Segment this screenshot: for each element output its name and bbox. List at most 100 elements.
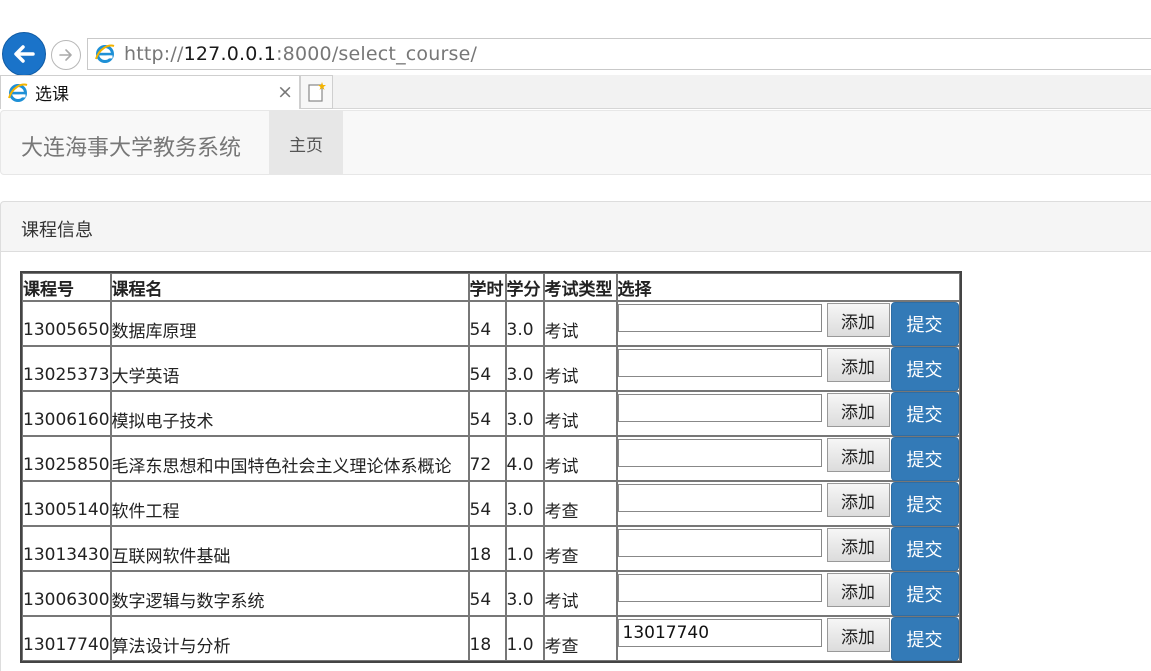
select-cell: 添加 提交 bbox=[616, 481, 960, 526]
table-row: 13005140 软件工程 54 3.0 考查 添加 提交 bbox=[22, 481, 960, 526]
submit-button[interactable]: 提交 bbox=[890, 437, 959, 481]
submit-button[interactable]: 提交 bbox=[890, 482, 959, 526]
credit: 3.0 bbox=[506, 589, 534, 610]
hours: 54 bbox=[469, 409, 492, 430]
credit-cell: 4.0 bbox=[505, 436, 544, 481]
exam-type: 考查 bbox=[544, 502, 579, 522]
course-name-cell: 模拟电子技术 bbox=[110, 391, 469, 436]
course-select-input[interactable] bbox=[617, 304, 822, 332]
course-id-cell: 13005650 bbox=[22, 301, 111, 346]
panel-heading: 课程信息 bbox=[0, 201, 1151, 252]
add-button[interactable]: 添加 bbox=[826, 573, 890, 607]
select-cell: 添加 提交 bbox=[616, 616, 960, 661]
credit-cell: 1.0 bbox=[505, 616, 544, 661]
navbar-brand[interactable]: 大连海事大学教务系统 bbox=[21, 130, 241, 162]
header-hours: 学时 bbox=[468, 273, 506, 301]
ie-icon bbox=[95, 44, 115, 63]
url-field[interactable]: http://127.0.0.1:8000/select_course/ bbox=[87, 38, 1151, 70]
header-exam-type: 考试类型 bbox=[543, 273, 617, 301]
table-row: 13025850 毛泽东思想和中国特色社会主义理论体系概论 72 4.0 考试 … bbox=[22, 436, 960, 481]
forward-button[interactable] bbox=[51, 40, 81, 70]
course-name-cell: 算法设计与分析 bbox=[110, 616, 469, 661]
credit: 3.0 bbox=[506, 364, 534, 385]
course-name: 软件工程 bbox=[111, 502, 180, 522]
exam-type-cell: 考试 bbox=[543, 391, 617, 436]
navbar: 大连海事大学教务系统 主页 bbox=[0, 110, 1151, 175]
course-select-input[interactable] bbox=[617, 439, 822, 467]
credit-cell: 3.0 bbox=[505, 301, 544, 346]
course-name-cell: 毛泽东思想和中国特色社会主义理论体系概论 bbox=[110, 436, 469, 481]
course-id-cell: 13017740 bbox=[22, 616, 111, 661]
course-id: 13017740 bbox=[23, 634, 110, 655]
credit: 1.0 bbox=[506, 544, 534, 565]
exam-type: 考试 bbox=[544, 367, 579, 387]
exam-type: 考查 bbox=[544, 637, 579, 657]
tab-strip: 选课 × bbox=[0, 75, 1151, 109]
exam-type-cell: 考查 bbox=[543, 526, 617, 571]
credit: 3.0 bbox=[506, 409, 534, 430]
exam-type-cell: 考试 bbox=[543, 571, 617, 616]
course-name-cell: 数字逻辑与数字系统 bbox=[110, 571, 469, 616]
course-id-cell: 13006160 bbox=[22, 391, 111, 436]
forward-arrow-icon bbox=[59, 49, 72, 61]
course-select-input[interactable] bbox=[617, 619, 822, 647]
submit-button[interactable]: 提交 bbox=[890, 302, 959, 346]
exam-type: 考试 bbox=[544, 322, 579, 342]
course-name-cell: 软件工程 bbox=[110, 481, 469, 526]
header-course-id: 课程号 bbox=[22, 273, 111, 301]
credit: 3.0 bbox=[506, 499, 534, 520]
course-select-input[interactable] bbox=[617, 484, 822, 512]
table-row: 13013430 互联网软件基础 18 1.0 考查 添加 提交 bbox=[22, 526, 960, 571]
panel-border bbox=[0, 251, 1, 671]
course-name-cell: 数据库原理 bbox=[110, 301, 469, 346]
course-name-cell: 互联网软件基础 bbox=[110, 526, 469, 571]
ie-tab-icon bbox=[8, 83, 28, 102]
header-credit: 学分 bbox=[505, 273, 544, 301]
submit-button[interactable]: 提交 bbox=[890, 347, 959, 391]
course-select-input[interactable] bbox=[617, 349, 822, 377]
submit-button[interactable]: 提交 bbox=[890, 392, 959, 436]
table-row: 13005650 数据库原理 54 3.0 考试 添加 提交 bbox=[22, 301, 960, 346]
add-button[interactable]: 添加 bbox=[826, 528, 890, 562]
table-row: 13025373 大学英语 54 3.0 考试 添加 提交 bbox=[22, 346, 960, 391]
submit-button[interactable]: 提交 bbox=[890, 527, 959, 571]
select-cell: 添加 提交 bbox=[616, 436, 960, 481]
course-select-input[interactable] bbox=[617, 529, 822, 557]
new-tab-button[interactable] bbox=[300, 75, 333, 109]
course-select-input[interactable] bbox=[617, 394, 822, 422]
header-course-name: 课程名 bbox=[110, 273, 469, 301]
back-button[interactable] bbox=[2, 32, 46, 76]
hours: 54 bbox=[469, 319, 492, 340]
browser-tab[interactable]: 选课 × bbox=[0, 75, 300, 109]
course-name-cell: 大学英语 bbox=[110, 346, 469, 391]
url-prefix: http:// bbox=[124, 43, 184, 65]
tab-close-icon[interactable]: × bbox=[277, 81, 293, 103]
exam-type-cell: 考查 bbox=[543, 616, 617, 661]
course-id-cell: 13025850 bbox=[22, 436, 111, 481]
exam-type-cell: 考试 bbox=[543, 346, 617, 391]
exam-type-cell: 考试 bbox=[543, 301, 617, 346]
course-select-input[interactable] bbox=[617, 574, 822, 602]
course-table-wrapper: 课程号 课程名 学时 学分 考试类型 选择 13005650 数据库原理 54 … bbox=[20, 271, 962, 663]
add-button[interactable]: 添加 bbox=[826, 348, 890, 382]
nav-home-link[interactable]: 主页 bbox=[269, 111, 343, 175]
table-header-row: 课程号 课程名 学时 学分 考试类型 选择 bbox=[22, 273, 960, 301]
add-button[interactable]: 添加 bbox=[826, 618, 890, 652]
course-id-cell: 13025373 bbox=[22, 346, 111, 391]
add-button[interactable]: 添加 bbox=[826, 483, 890, 517]
hours-cell: 72 bbox=[468, 436, 506, 481]
add-button[interactable]: 添加 bbox=[826, 438, 890, 472]
add-button[interactable]: 添加 bbox=[826, 393, 890, 427]
header-select: 选择 bbox=[616, 273, 960, 301]
course-id-cell: 13006300 bbox=[22, 571, 111, 616]
submit-button[interactable]: 提交 bbox=[890, 617, 959, 661]
back-arrow-icon bbox=[14, 45, 35, 63]
add-button[interactable]: 添加 bbox=[826, 303, 890, 337]
select-cell: 添加 提交 bbox=[616, 301, 960, 346]
submit-button[interactable]: 提交 bbox=[890, 572, 959, 616]
hours: 54 bbox=[469, 499, 492, 520]
credit: 3.0 bbox=[506, 319, 534, 340]
course-id: 13005650 bbox=[23, 319, 110, 340]
exam-type: 考试 bbox=[544, 592, 579, 612]
table-row: 13006300 数字逻辑与数字系统 54 3.0 考试 添加 提交 bbox=[22, 571, 960, 616]
